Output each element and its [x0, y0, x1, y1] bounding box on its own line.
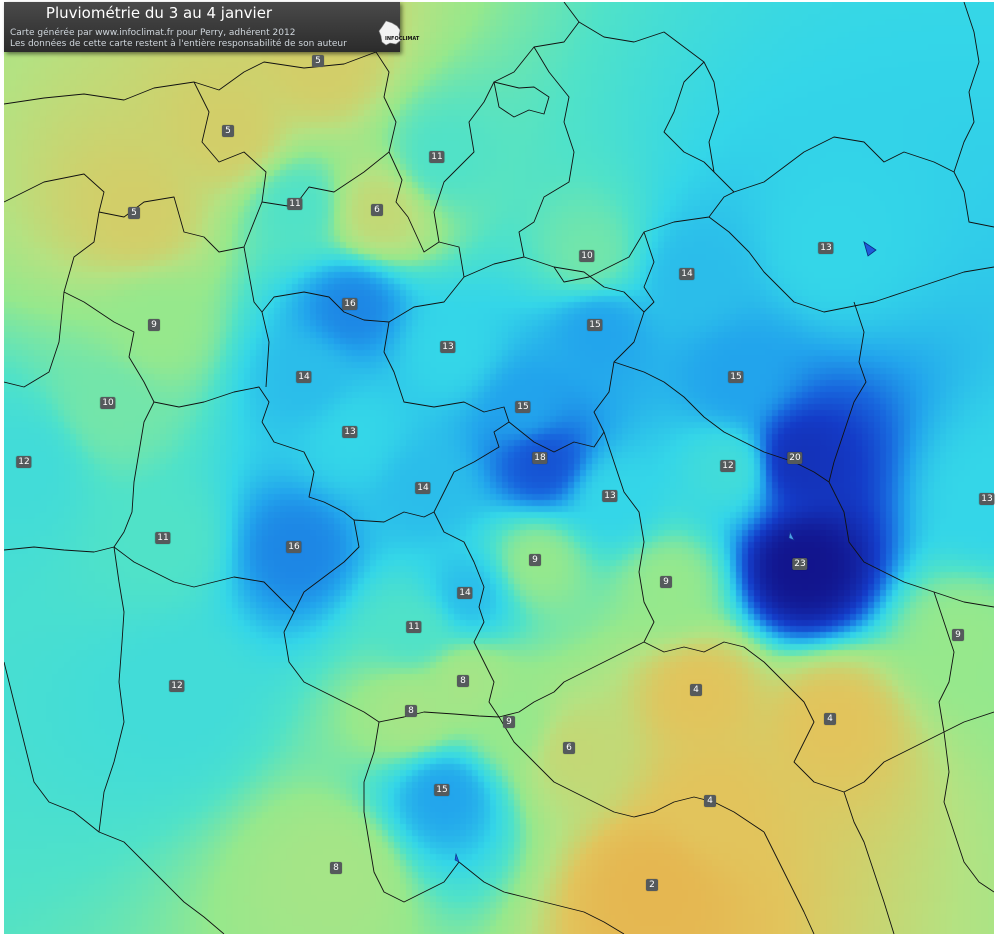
- station-value: 13: [818, 242, 834, 254]
- station-value: 9: [148, 319, 160, 331]
- station-value: 11: [287, 198, 303, 210]
- station-value: 11: [155, 532, 171, 544]
- station-value: 4: [824, 713, 836, 725]
- station-value: 6: [371, 204, 383, 216]
- station-value: 15: [515, 401, 531, 413]
- station-value: 10: [579, 250, 595, 262]
- station-value: 8: [405, 705, 417, 717]
- station-value: 12: [169, 680, 185, 692]
- station-value: 15: [587, 319, 603, 331]
- station-value: 6: [563, 742, 575, 754]
- station-value: 9: [503, 716, 515, 728]
- map-title: Pluviométrie du 3 au 4 janvier: [45, 4, 273, 22]
- station-value: 4: [690, 684, 702, 696]
- station-value: 9: [952, 629, 964, 641]
- station-value: 5: [128, 207, 140, 219]
- map-header: Pluviométrie du 3 au 4 janvier Carte gén…: [4, 2, 419, 52]
- station-value: 10: [100, 397, 116, 409]
- station-value: 11: [406, 621, 422, 633]
- station-value: 5: [222, 125, 234, 137]
- station-value: 13: [440, 341, 456, 353]
- map-disclaimer: Les données de cette carte restent à l'e…: [10, 39, 347, 49]
- station-value: 13: [979, 493, 995, 505]
- station-value: 5: [312, 55, 324, 67]
- station-value: 2: [646, 879, 658, 891]
- station-value: 14: [679, 268, 695, 280]
- rainfall-map[interactable]: [4, 2, 994, 934]
- station-value: 23: [792, 558, 808, 570]
- station-value: 16: [286, 541, 302, 553]
- france-logo-icon: [378, 20, 402, 46]
- station-value: 9: [660, 576, 672, 588]
- station-value: 11: [429, 151, 445, 163]
- station-value: 9: [529, 554, 541, 566]
- station-value: 8: [330, 862, 342, 874]
- station-value: 8: [457, 675, 469, 687]
- station-value: 13: [342, 426, 358, 438]
- station-value: 4: [704, 795, 716, 807]
- department-borders: [4, 2, 994, 934]
- station-value: 15: [728, 371, 744, 383]
- station-value: 16: [342, 298, 358, 310]
- station-value: 14: [457, 587, 473, 599]
- logo-label: INFOCLIMAT: [385, 36, 420, 42]
- station-value: 14: [296, 371, 312, 383]
- station-value: 15: [434, 784, 450, 796]
- station-value: 12: [16, 456, 32, 468]
- map-credit: Carte générée par www.infoclimat.fr pour…: [10, 28, 296, 38]
- station-value: 13: [602, 490, 618, 502]
- station-value: 18: [532, 452, 548, 464]
- station-value: 12: [720, 460, 736, 472]
- station-value: 14: [415, 482, 431, 494]
- station-value: 20: [787, 452, 803, 464]
